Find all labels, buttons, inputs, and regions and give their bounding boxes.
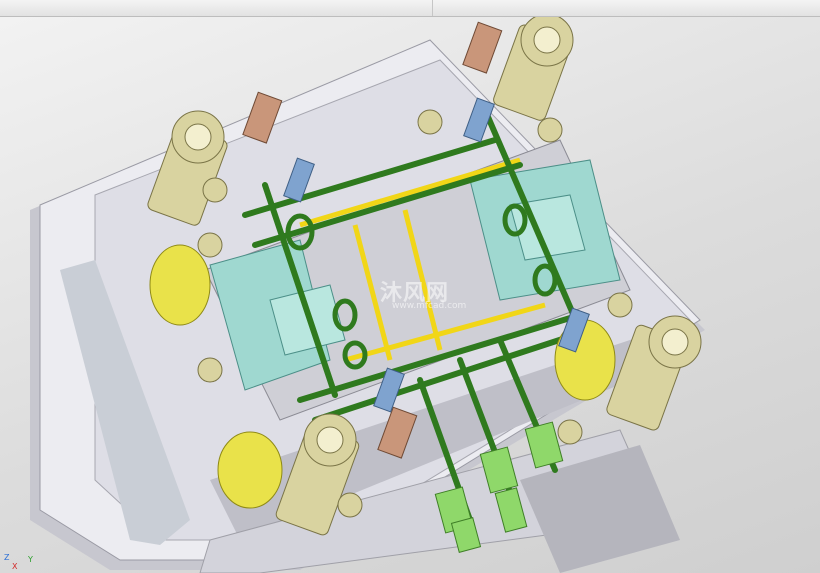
title-bar	[0, 0, 820, 17]
title-bar-divider	[432, 0, 433, 16]
watermark-url: www.mfcad.com	[392, 301, 467, 311]
cad-viewport[interactable]: 沐风网 www.mfcad.com Z Y X	[0, 17, 820, 573]
triad-y-label: Y	[28, 555, 33, 564]
triad-z-label: Z	[4, 553, 10, 562]
triad-x-label: X	[12, 562, 18, 571]
coordinate-triad: Z Y X	[2, 553, 42, 571]
